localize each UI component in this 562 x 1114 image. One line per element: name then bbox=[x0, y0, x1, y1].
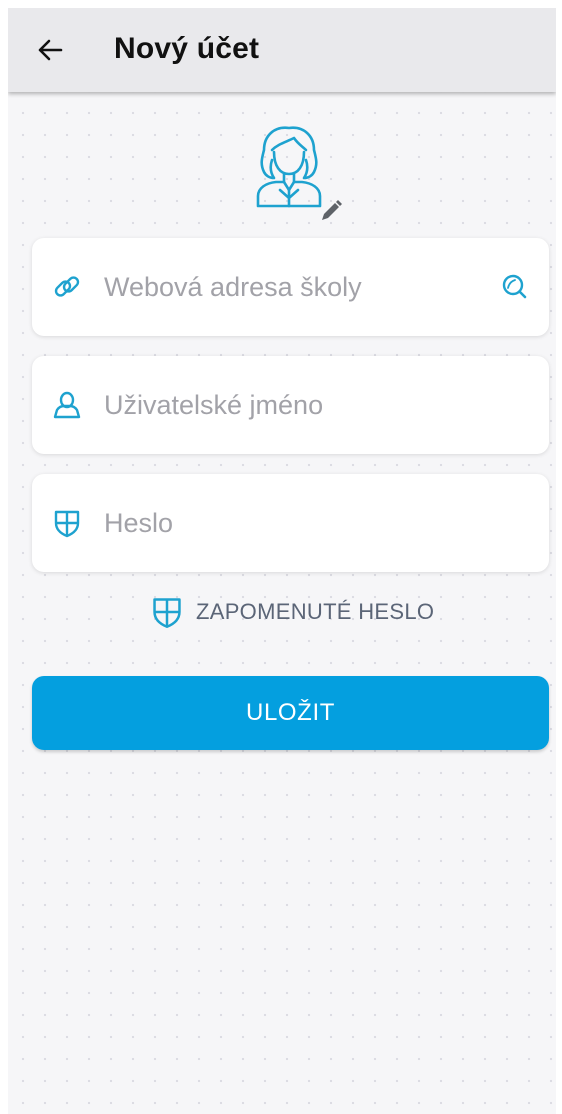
page-title: Nový účet bbox=[114, 32, 260, 65]
save-button[interactable]: ULOŽIT bbox=[32, 676, 549, 750]
pencil-icon bbox=[322, 200, 342, 220]
school-url-input[interactable] bbox=[104, 264, 484, 310]
screen: Nový účet Webová adresa školy Uživatelsk… bbox=[8, 8, 556, 1114]
username-field[interactable] bbox=[32, 356, 549, 454]
back-button[interactable] bbox=[30, 30, 70, 70]
avatar[interactable] bbox=[244, 120, 344, 230]
username-input[interactable] bbox=[104, 382, 484, 428]
search-icon[interactable] bbox=[499, 272, 529, 302]
shield-icon bbox=[54, 510, 80, 538]
password-input[interactable] bbox=[104, 500, 484, 546]
app-bar: Nový účet bbox=[8, 8, 556, 92]
arrow-left-icon bbox=[38, 39, 63, 61]
forgot-password-label: ZAPOMENUTÉ HESLO bbox=[196, 599, 435, 624]
password-field[interactable] bbox=[32, 474, 549, 572]
shield-icon bbox=[153, 598, 181, 628]
save-button-label: ULOŽIT bbox=[246, 699, 335, 726]
forgot-password-link[interactable]: ZAPOMENUTÉ HESLO bbox=[150, 594, 434, 630]
school-url-field[interactable] bbox=[32, 238, 549, 336]
woman-avatar-icon bbox=[256, 126, 322, 208]
link-icon bbox=[54, 276, 80, 297]
user-icon bbox=[53, 391, 81, 419]
